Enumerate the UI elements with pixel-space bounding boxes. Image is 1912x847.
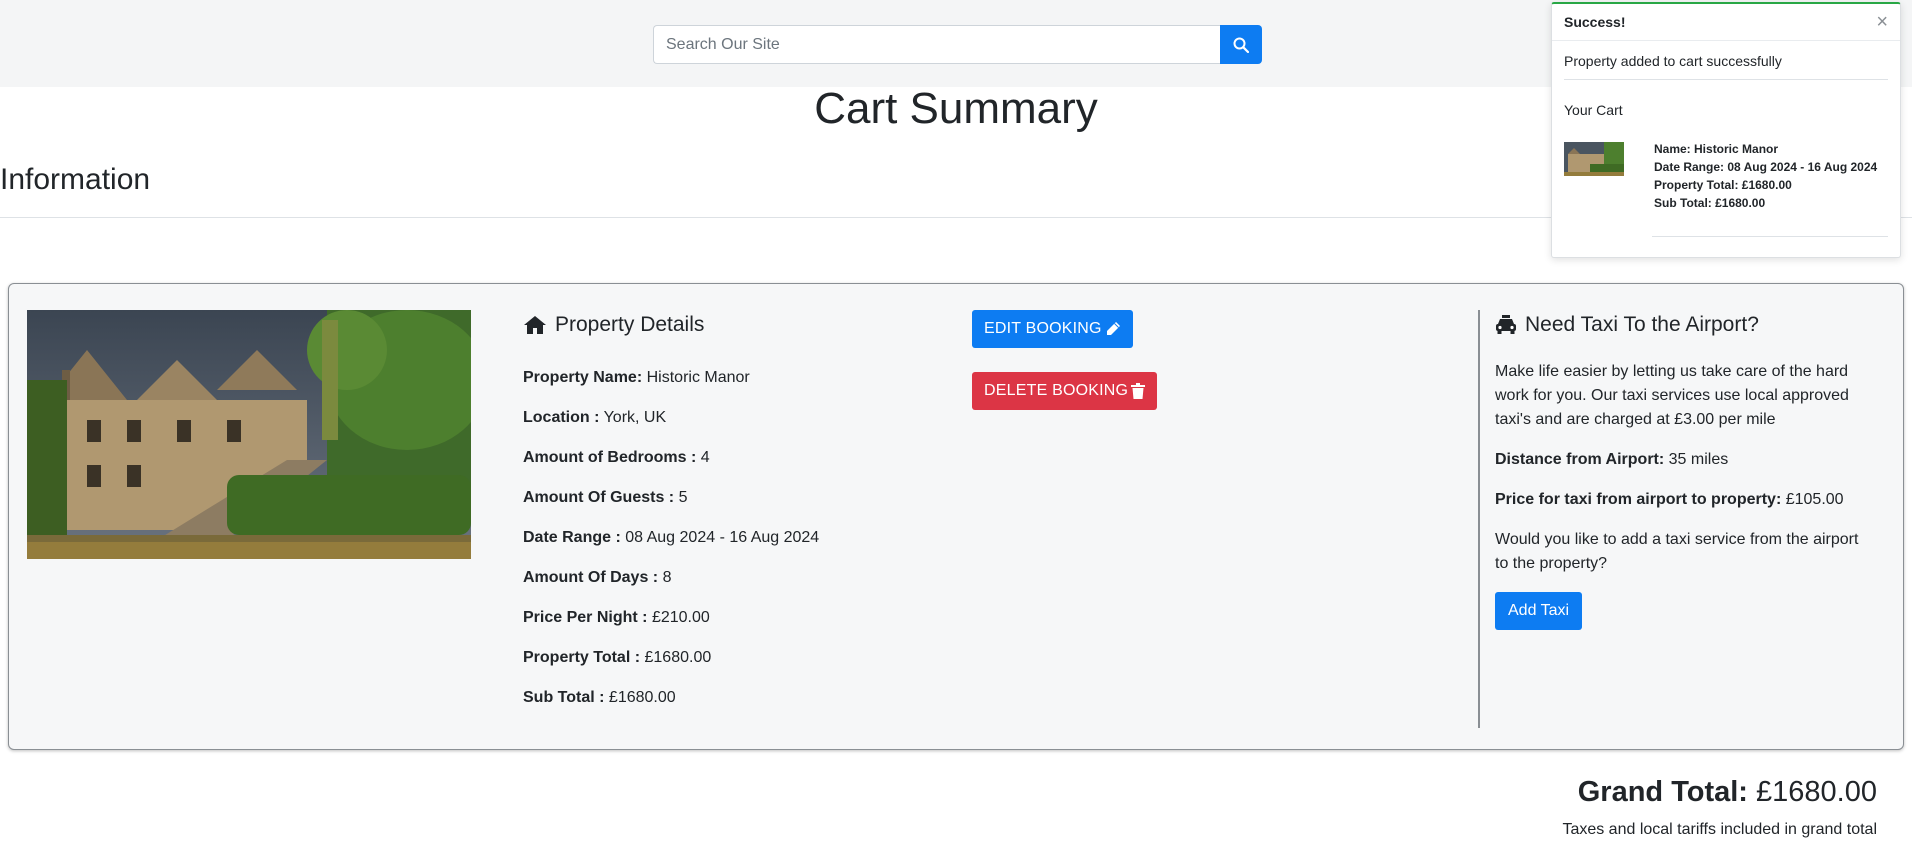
toast-body: Property added to cart successfully Your… (1552, 41, 1900, 212)
taxi-question: Would you like to add a taxi service fro… (1495, 531, 1859, 572)
taxi-distance: Distance from Airport: 35 miles (1495, 451, 1729, 468)
close-icon[interactable]: × (1876, 12, 1888, 32)
search-input[interactable] (653, 25, 1220, 64)
grand-total: Grand Total: £1680.00 (1577, 776, 1877, 808)
search-icon (1233, 37, 1249, 53)
edit-booking-button[interactable]: EDIT BOOKING (972, 310, 1133, 348)
detail-row-property-name: Property Name: Historic Manor (523, 369, 750, 386)
taxes-note: Taxes and local tariffs included in gran… (1562, 821, 1877, 838)
delete-booking-button[interactable]: DELETE BOOKING (972, 372, 1158, 410)
taxi-price: Price for taxi from airport to property:… (1495, 491, 1844, 508)
toast-cart-label: Your Cart (1564, 102, 1623, 118)
home-icon (524, 316, 546, 334)
taxi-icon (1496, 315, 1516, 334)
toast-title: Success! (1564, 14, 1626, 30)
add-taxi-button[interactable]: Add Taxi (1495, 592, 1583, 630)
property-image (27, 310, 471, 559)
detail-row-date-range: Date Range : 08 Aug 2024 - 16 Aug 2024 (523, 529, 820, 546)
detail-row-property-total: Property Total : £1680.00 (523, 649, 712, 666)
detail-row-sub-total: Sub Total : £1680.00 (523, 689, 676, 706)
detail-row-guests: Amount Of Guests : 5 (523, 489, 688, 506)
booking-card: Property Details Property Name: Historic… (8, 283, 1904, 750)
detail-row-bedrooms: Amount of Bedrooms : 4 (523, 449, 710, 466)
search-form (653, 25, 1262, 64)
taxi-heading: Need Taxi To the Airport? (1495, 310, 1875, 340)
search-button[interactable] (1220, 25, 1262, 64)
toast-item-name: Name: Historic Manor (1654, 142, 1779, 156)
toast-message: Property added to cart successfully (1564, 53, 1888, 80)
toast-header: Success! × (1552, 4, 1900, 41)
toast-cart-item: Name: Historic Manor Date Range: 08 Aug … (1564, 140, 1888, 212)
toast-item-dates: Date Range: 08 Aug 2024 - 16 Aug 2024 (1654, 160, 1878, 174)
taxi-offer: Need Taxi To the Airport? Make life easi… (1495, 310, 1875, 630)
property-details-heading: Property Details (523, 310, 943, 340)
detail-row-price-per-night: Price Per Night : £210.00 (523, 609, 710, 626)
toast-item-thumbnail (1564, 142, 1624, 176)
pencil-icon (1106, 322, 1120, 335)
taxi-intro: Make life easier by letting us take care… (1495, 363, 1849, 428)
toast-item-details: Name: Historic Manor Date Range: 08 Aug … (1654, 140, 1877, 212)
toast-divider (1652, 236, 1888, 237)
detail-row-days: Amount Of Days : 8 (523, 569, 672, 586)
toast-item-property-total: Property Total: £1680.00 (1654, 178, 1792, 192)
detail-row-location: Location : York, UK (523, 409, 667, 426)
trash-icon (1131, 383, 1146, 399)
section-title: Information (0, 163, 151, 196)
property-details: Property Details Property Name: Historic… (523, 310, 943, 728)
column-divider (1478, 310, 1480, 728)
success-toast: Success! × Property added to cart succes… (1551, 2, 1901, 258)
toast-item-sub-total: Sub Total: £1680.00 (1654, 196, 1766, 210)
